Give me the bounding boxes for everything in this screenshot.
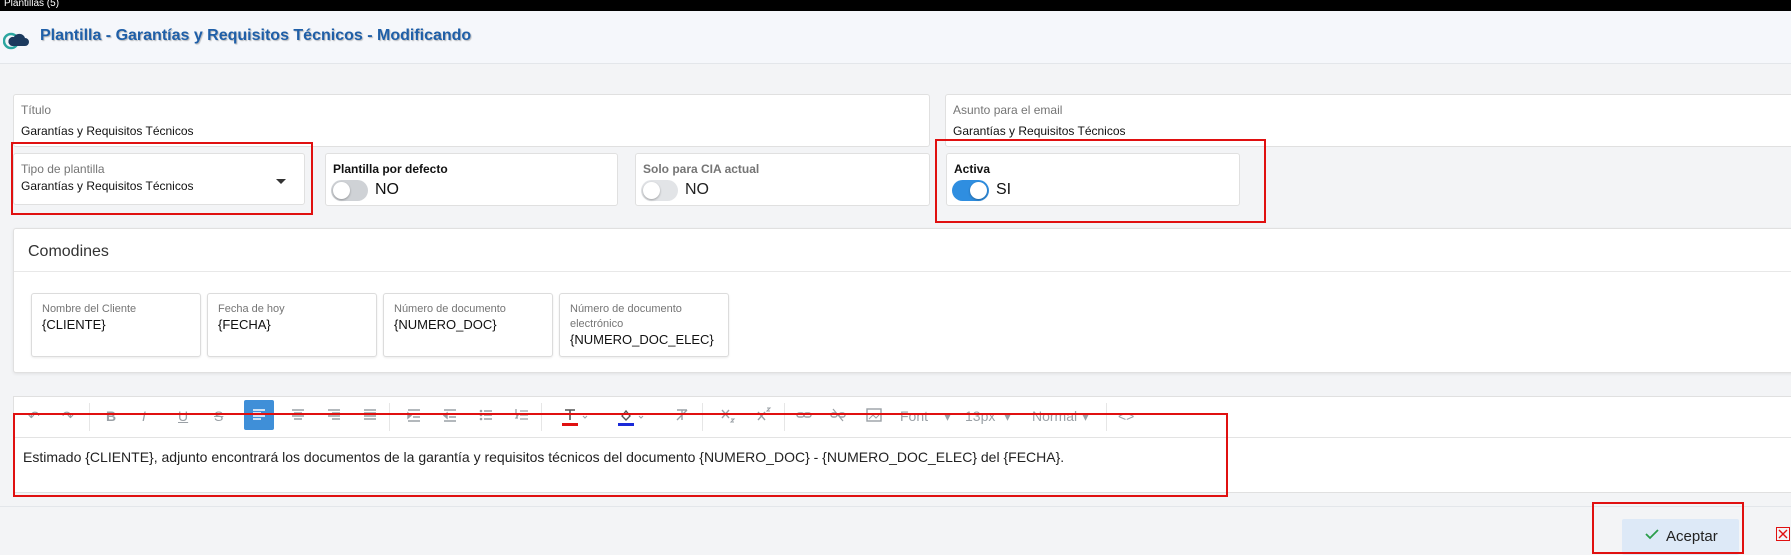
code-view-icon[interactable]: <> (1118, 407, 1134, 425)
outdent-icon[interactable] (442, 407, 458, 427)
bullet-list-icon[interactable] (478, 407, 494, 427)
toolbar-divider (784, 403, 785, 431)
toggle-knob (643, 182, 660, 199)
image-icon[interactable] (866, 407, 882, 427)
strikethrough-icon[interactable]: S (214, 407, 223, 425)
align-center-icon[interactable] (290, 407, 306, 427)
comodin-chip[interactable]: Número de documento electrónico {NUMERO_… (559, 293, 729, 357)
solo-cia-card: Solo para CIA actual NO (635, 153, 930, 206)
align-left-icon[interactable] (244, 400, 274, 430)
asunto-value: Garantías y Requisitos Técnicos (953, 124, 1126, 138)
titulo-label: Título (21, 103, 52, 117)
divider (14, 271, 1791, 272)
comodin-label: Número de documento (394, 303, 506, 315)
comodin-value: {NUMERO_DOC_ELEC} (570, 332, 714, 347)
activa-label: Activa (954, 162, 991, 176)
solo-cia-label: Solo para CIA actual (643, 162, 760, 176)
toggle-knob (333, 182, 350, 199)
subscript-icon[interactable] (720, 407, 736, 427)
italic-icon[interactable]: I (142, 407, 146, 425)
dropdown-arrow-icon[interactable]: ▾ (1004, 407, 1011, 425)
numbered-list-icon[interactable] (514, 407, 530, 427)
accept-label: Aceptar (1666, 528, 1718, 545)
link-icon[interactable] (796, 407, 812, 427)
asunto-label: Asunto para el email (953, 103, 1063, 117)
titulo-field[interactable]: Título Garantías y Requisitos Técnicos (13, 94, 930, 147)
comodines-panel: Comodines Nombre del Cliente {CLIENTE} F… (13, 228, 1791, 373)
solo-cia-state: NO (685, 181, 709, 198)
dropdown-arrow-icon[interactable]: ▾ (944, 407, 951, 425)
align-right-icon[interactable] (326, 407, 342, 427)
redo-icon[interactable]: ↷ (62, 407, 74, 425)
por-defecto-state: NO (375, 181, 399, 198)
plantilla-por-defecto-card: Plantilla por defecto NO (325, 153, 618, 206)
toolbar-divider (541, 403, 542, 431)
comodin-label: Fecha de hoy (218, 303, 285, 315)
rich-text-editor: ↶ ↷ B I U S Font ▾ 13px ▾ Normal ▾ <> Es… (13, 396, 1791, 493)
asunto-field[interactable]: Asunto para el email Garantías y Requisi… (945, 94, 1791, 147)
window-title: Plantillas (5) (4, 0, 60, 9)
comodin-value: {NUMERO_DOC} (394, 317, 497, 332)
toggle-knob (970, 182, 987, 199)
editor-toolbar: ↶ ↷ B I U S Font ▾ 13px ▾ Normal ▾ <> (14, 397, 1791, 438)
block-format-select[interactable]: Normal (1032, 407, 1077, 425)
indent-icon[interactable] (406, 407, 422, 427)
comodin-label: Número de documento electrónico (570, 303, 682, 330)
bold-icon[interactable]: B (106, 407, 116, 425)
activa-state: SI (996, 181, 1012, 198)
toolbar-divider (89, 403, 90, 431)
cancel-icon[interactable] (1776, 527, 1790, 541)
solo-cia-toggle[interactable] (641, 180, 678, 201)
toolbar-divider (1106, 403, 1107, 431)
comodin-chip[interactable]: Nombre del Cliente {CLIENTE} (31, 293, 201, 357)
text-color-icon[interactable] (562, 407, 588, 431)
accept-button[interactable]: Aceptar (1622, 519, 1739, 555)
comodines-title: Comodines (28, 243, 109, 260)
tipo-value: Garantías y Requisitos Técnicos (21, 179, 194, 193)
form-footer: Aceptar (0, 506, 1791, 555)
por-defecto-label: Plantilla por defecto (333, 162, 448, 176)
activa-toggle[interactable] (952, 180, 989, 201)
page-title: Plantilla - Garantías y Requisitos Técni… (40, 27, 472, 44)
check-icon (1645, 529, 1659, 540)
window-titlebar: Plantillas (5) (0, 0, 1791, 11)
comodin-chip[interactable]: Fecha de hoy {FECHA} (207, 293, 377, 357)
titulo-value: Garantías y Requisitos Técnicos (21, 124, 194, 138)
dropdown-arrow-icon[interactable] (276, 179, 286, 184)
undo-icon[interactable]: ↶ (28, 407, 40, 425)
comodin-chip[interactable]: Número de documento {NUMERO_DOC} (383, 293, 553, 357)
clear-format-icon[interactable] (674, 407, 690, 427)
editor-content[interactable]: Estimado {CLIENTE}, adjunto encontrará l… (23, 449, 1064, 465)
underline-icon[interactable]: U (178, 407, 188, 425)
dropdown-arrow-icon[interactable]: ▾ (1082, 407, 1089, 425)
por-defecto-toggle[interactable] (331, 180, 368, 201)
comodin-value: {FECHA} (218, 317, 271, 332)
activa-card: Activa SI (946, 153, 1240, 206)
unlink-icon[interactable] (830, 407, 846, 427)
font-size-select[interactable]: 13px (965, 407, 995, 425)
toolbar-divider (702, 403, 703, 431)
cloud-logo-icon (3, 32, 29, 50)
tipo-label: Tipo de plantilla (21, 162, 105, 176)
highlight-color-icon[interactable] (618, 407, 644, 431)
font-family-select[interactable]: Font (900, 407, 928, 425)
align-justify-icon[interactable] (362, 407, 378, 427)
comodin-value: {CLIENTE} (42, 317, 106, 332)
page-header: Plantilla - Garantías y Requisitos Técni… (0, 11, 1791, 64)
comodin-label: Nombre del Cliente (42, 303, 137, 315)
tipo-plantilla-select[interactable]: Tipo de plantilla Garantías y Requisitos… (13, 153, 305, 205)
toolbar-divider (389, 403, 390, 431)
superscript-icon[interactable] (756, 407, 772, 427)
